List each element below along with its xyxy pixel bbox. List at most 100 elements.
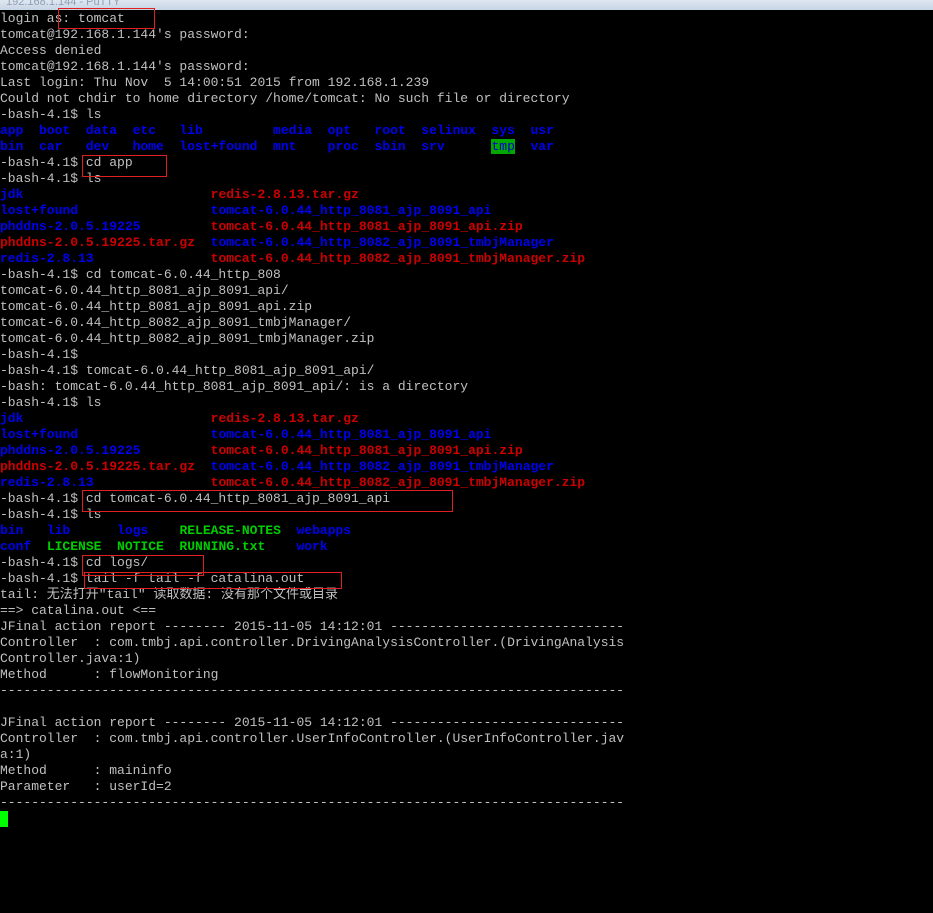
terminal-line: jdk redis-2.8.13.tar.gz xyxy=(0,411,933,427)
terminal-text: tomcat@192.168.1.144's password: xyxy=(0,27,250,42)
terminal-line: phddns-2.0.5.19225 tomcat-6.0.44_http_80… xyxy=(0,219,933,235)
terminal-text: Parameter : userId=2 xyxy=(0,779,172,794)
terminal-text: a:1) xyxy=(0,747,32,762)
terminal-text: -bash-4.1$ cd tomcat-6.0.44_http_8081_aj… xyxy=(0,491,391,506)
terminal-text: tomcat-6.0.44_http_8082_ajp_8091_tmbjMan… xyxy=(0,315,352,330)
window-titlebar[interactable]: 192.168.1.144 - PuTTY xyxy=(0,0,933,10)
terminal-line: phddns-2.0.5.19225.tar.gz tomcat-6.0.44_… xyxy=(0,459,933,475)
terminal-text: JFinal action report -------- 2015-11-05… xyxy=(0,715,625,730)
terminal-line: redis-2.8.13 tomcat-6.0.44_http_8082_ajp… xyxy=(0,251,933,267)
terminal-line: -bash-4.1$ cd tomcat-6.0.44_http_8081_aj… xyxy=(0,491,933,507)
terminal-text: work xyxy=(296,539,328,554)
terminal-line: app boot data etc lib media opt root sel… xyxy=(0,123,933,139)
terminal-line: -bash-4.1$ ls xyxy=(0,507,933,523)
terminal-line: Controller.java:1) xyxy=(0,651,933,667)
terminal-text: tomcat-6.0.44_http_8081_ajp_8091_api.zip xyxy=(210,219,523,234)
terminal-text: ==> catalina.out <== xyxy=(0,603,157,618)
terminal-text: tomcat-6.0.44_http_8082_ajp_8091_tmbjMan… xyxy=(210,475,586,490)
terminal-text: Access denied xyxy=(0,43,102,58)
terminal-line: bin lib logs RELEASE-NOTES webapps xyxy=(0,523,933,539)
terminal-text: RELEASE-NOTES xyxy=(179,523,297,538)
terminal-line: Method : maininfo xyxy=(0,763,933,779)
terminal-text: -bash-4.1$ ls xyxy=(0,395,102,410)
terminal-text: phddns-2.0.5.19225 xyxy=(0,443,211,458)
terminal-text: phddns-2.0.5.19225 xyxy=(0,219,211,234)
terminal-text: Controller.java:1) xyxy=(0,651,141,666)
terminal-text: -bash-4.1$ cd tomcat-6.0.44_http_808 xyxy=(0,267,281,282)
terminal-line: a:1) xyxy=(0,747,933,763)
terminal-line: jdk redis-2.8.13.tar.gz xyxy=(0,187,933,203)
terminal-line: phddns-2.0.5.19225.tar.gz tomcat-6.0.44_… xyxy=(0,235,933,251)
terminal-line: -bash: tomcat-6.0.44_http_8081_ajp_8091_… xyxy=(0,379,933,395)
terminal-text: tomcat-6.0.44_http_8082_ajp_8091_tmbjMan… xyxy=(0,331,375,346)
window-title: 192.168.1.144 - PuTTY xyxy=(6,0,121,8)
terminal-text: tmp xyxy=(491,139,515,154)
terminal-line: login as: tomcat xyxy=(0,11,933,27)
terminal-text: tomcat-6.0.44_http_8082_ajp_8091_tmbjMan… xyxy=(210,459,554,474)
terminal-text: tomcat@192.168.1.144's password: xyxy=(0,59,250,74)
terminal-line: redis-2.8.13 tomcat-6.0.44_http_8082_ajp… xyxy=(0,475,933,491)
terminal-text: jdk xyxy=(0,187,211,202)
terminal-line: -bash-4.1$ ls xyxy=(0,107,933,123)
terminal-line: -bash-4.1$ ls xyxy=(0,171,933,187)
terminal-line: -bash-4.1$ tail -f tail -f catalina.out xyxy=(0,571,933,587)
terminal-output[interactable]: login as: tomcat tomcat@192.168.1.144's p… xyxy=(0,11,933,913)
terminal-text: app boot data etc lib media opt root sel… xyxy=(0,123,554,138)
terminal-line: Controller : com.tmbj.api.controller.Use… xyxy=(0,731,933,747)
terminal-line: conf LICENSE NOTICE RUNNING.txt work xyxy=(0,539,933,555)
terminal-text: redis-2.8.13.tar.gz xyxy=(210,187,359,202)
terminal-line: -bash-4.1$ tomcat-6.0.44_http_8081_ajp_8… xyxy=(0,363,933,379)
terminal-text: tomcat-6.0.44_http_8082_ajp_8091_tmbjMan… xyxy=(210,235,554,250)
terminal-text: tomcat-6.0.44_http_8081_ajp_8091_api.zip xyxy=(210,443,523,458)
terminal-line: Method : flowMonitoring xyxy=(0,667,933,683)
terminal-text: Could not chdir to home directory /home/… xyxy=(0,91,570,106)
terminal-line: JFinal action report -------- 2015-11-05… xyxy=(0,715,933,731)
terminal-line: -bash-4.1$ ls xyxy=(0,395,933,411)
terminal-text: redis-2.8.13 xyxy=(0,475,211,490)
terminal-text: tomcat-6.0.44_http_8081_ajp_8091_api/ xyxy=(0,283,289,298)
terminal-line: tomcat-6.0.44_http_8082_ajp_8091_tmbjMan… xyxy=(0,315,933,331)
terminal-line: -bash-4.1$ cd tomcat-6.0.44_http_808 xyxy=(0,267,933,283)
terminal-text: var xyxy=(514,139,554,154)
terminal-text: -bash-4.1$ cd app xyxy=(0,155,133,170)
terminal-cursor xyxy=(0,811,8,827)
terminal-text: webapps xyxy=(296,523,352,538)
terminal-line: ----------------------------------------… xyxy=(0,795,933,811)
terminal-text: conf xyxy=(0,539,47,554)
terminal-text: tomcat-6.0.44_http_8081_ajp_8091_api xyxy=(210,203,492,218)
terminal-text: tomcat-6.0.44_http_8082_ajp_8091_tmbjMan… xyxy=(210,251,586,266)
terminal-line: -bash-4.1$ xyxy=(0,347,933,363)
terminal-line: bin car dev home lost+found mnt proc sbi… xyxy=(0,139,933,155)
terminal-text: ----------------------------------------… xyxy=(0,683,625,698)
terminal-text: -bash-4.1$ ls xyxy=(0,171,102,186)
terminal-line: ----------------------------------------… xyxy=(0,683,933,699)
terminal-text: Last login: Thu Nov 5 14:00:51 2015 from… xyxy=(0,75,430,90)
terminal-line: phddns-2.0.5.19225 tomcat-6.0.44_http_80… xyxy=(0,443,933,459)
terminal-line: -bash-4.1$ cd app xyxy=(0,155,933,171)
terminal-text: logs xyxy=(117,523,180,538)
terminal-text: -bash-4.1$ tail -f tail -f catalina.out xyxy=(0,571,305,586)
terminal-text: tail: 无法打开"tail" 读取数据: 没有那个文件或目录 xyxy=(0,587,339,602)
terminal-line: Controller : com.tmbj.api.controller.Dri… xyxy=(0,635,933,651)
terminal-text: Method : flowMonitoring xyxy=(0,667,219,682)
terminal-text: lost+found xyxy=(0,203,211,218)
terminal-text: login as: tomcat xyxy=(0,11,125,26)
terminal-line: -bash-4.1$ cd logs/ xyxy=(0,555,933,571)
terminal-text: -bash-4.1$ tomcat-6.0.44_http_8081_ajp_8… xyxy=(0,363,375,378)
terminal-text: -bash-4.1$ cd logs/ xyxy=(0,555,149,570)
terminal-text: -bash-4.1$ xyxy=(0,347,79,362)
terminal-text: -bash-4.1$ ls xyxy=(0,107,102,122)
terminal-text: -bash: tomcat-6.0.44_http_8081_ajp_8091_… xyxy=(0,379,469,394)
terminal-text: Controller : com.tmbj.api.controller.Dri… xyxy=(0,635,625,650)
terminal-text: tomcat-6.0.44_http_8081_ajp_8091_api.zip xyxy=(0,299,313,314)
terminal-line: tomcat@192.168.1.144's password: xyxy=(0,27,933,43)
terminal-line: tomcat-6.0.44_http_8081_ajp_8091_api.zip xyxy=(0,299,933,315)
terminal-line: lost+found tomcat-6.0.44_http_8081_ajp_8… xyxy=(0,203,933,219)
terminal-line: JFinal action report -------- 2015-11-05… xyxy=(0,619,933,635)
terminal-line: Access denied xyxy=(0,43,933,59)
terminal-text: lost+found xyxy=(0,427,211,442)
terminal-line: tail: 无法打开"tail" 读取数据: 没有那个文件或目录 xyxy=(0,587,933,603)
terminal-text: bin lib xyxy=(0,523,118,538)
terminal-line: tomcat-6.0.44_http_8081_ajp_8091_api/ xyxy=(0,283,933,299)
